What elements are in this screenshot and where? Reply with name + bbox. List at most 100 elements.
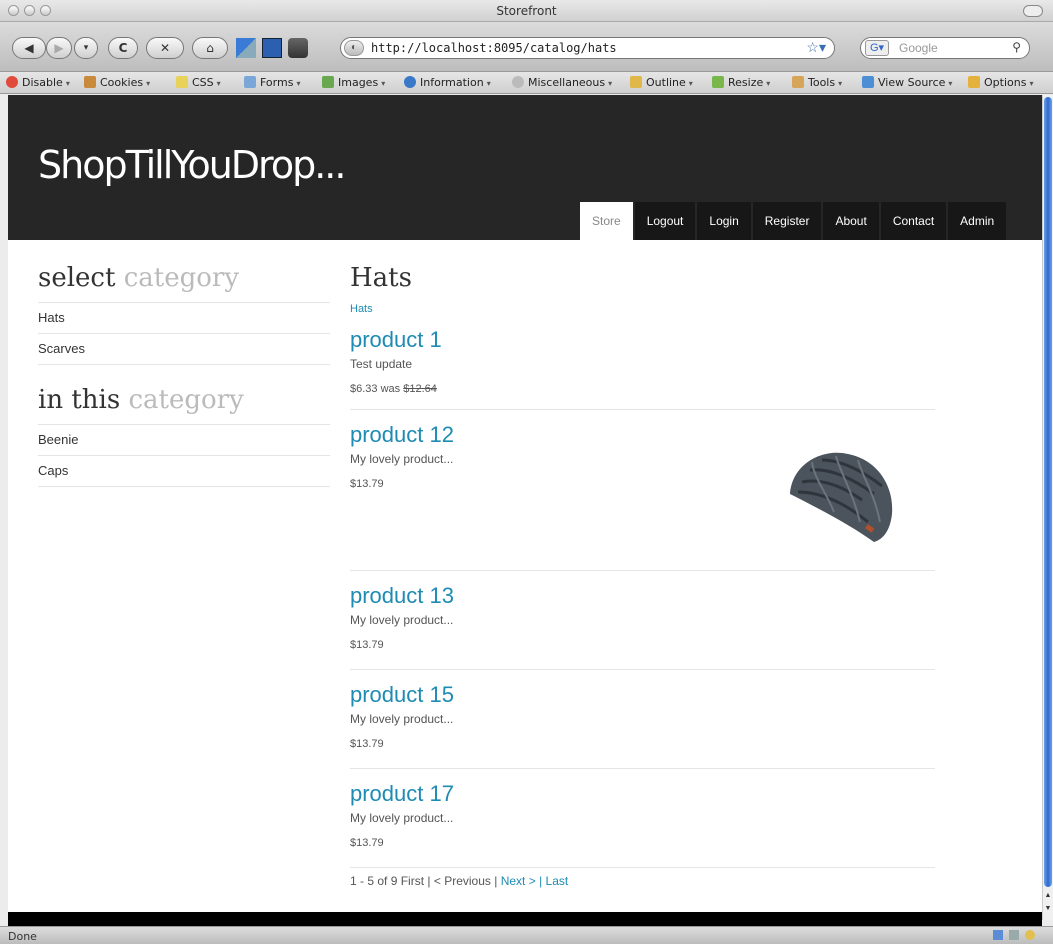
- site-identity-icon[interactable]: ◐: [344, 40, 364, 56]
- subcategory-link-caps[interactable]: Caps: [38, 456, 330, 487]
- images-icon: [322, 76, 334, 88]
- home-icon: ⌂: [206, 41, 214, 55]
- site-logo[interactable]: ShopTillYouDrop...: [38, 143, 346, 187]
- menu-contact[interactable]: Contact: [880, 202, 947, 240]
- title-bar: Storefront: [0, 0, 1053, 22]
- bookmark-tool-icon[interactable]: [236, 38, 256, 58]
- search-engine-icon[interactable]: G▾: [865, 40, 889, 56]
- reload-icon: C: [118, 41, 128, 55]
- status-addon-icon[interactable]: [1009, 930, 1019, 940]
- select-category-heading: select category: [38, 263, 330, 303]
- options-icon: [968, 76, 980, 88]
- stop-icon: ✕: [159, 41, 171, 55]
- pagination-last-link[interactable]: Last: [546, 874, 569, 888]
- product-description: My lovely product...: [350, 613, 454, 627]
- product-item: product 17 My lovely product... $13.79: [350, 781, 935, 868]
- scroll-up-arrow-icon[interactable]: ▲: [1044, 892, 1052, 899]
- product-link[interactable]: product 1: [350, 327, 935, 353]
- product-description: Test update: [350, 357, 413, 371]
- status-text: Done: [8, 930, 37, 943]
- pagination-next-link[interactable]: Next >: [501, 874, 536, 888]
- product-item: product 12 My lovely product... $13.79: [350, 422, 935, 571]
- product-description: My lovely product...: [350, 811, 454, 825]
- product-description: My lovely product...: [350, 712, 454, 726]
- home-button[interactable]: ⌂: [192, 37, 228, 59]
- menu-register[interactable]: Register: [752, 202, 822, 240]
- toolbar-disable[interactable]: Disable ▾: [6, 76, 70, 89]
- cookies-icon: [84, 76, 96, 88]
- css-icon: [176, 76, 188, 88]
- toolbar-information[interactable]: Information ▾: [404, 76, 491, 89]
- search-icon[interactable]: ⚲: [1012, 40, 1021, 54]
- page-footer-bar: [8, 912, 1042, 926]
- product-link[interactable]: product 15: [350, 682, 935, 708]
- breadcrumb[interactable]: Hats: [350, 303, 935, 327]
- in-this-category-heading: in this category: [38, 385, 330, 425]
- toolbar-resize[interactable]: Resize ▾: [712, 76, 770, 89]
- bookmark-star-icon[interactable]: ☆▾: [806, 39, 826, 56]
- page-viewport: ShopTillYouDrop... Store Logout Login Re…: [8, 95, 1042, 920]
- scrollbar-thumb[interactable]: [1044, 97, 1052, 887]
- toolbar-view-source[interactable]: View Source ▾: [862, 76, 952, 89]
- stop-button[interactable]: ✕: [146, 37, 184, 59]
- search-input[interactable]: Google: [899, 41, 938, 55]
- save-page-icon[interactable]: [262, 38, 282, 58]
- search-box[interactable]: G▾ Google ⚲: [860, 37, 1030, 59]
- tools-icon: [792, 76, 804, 88]
- chevron-down-icon: ▾: [83, 43, 89, 53]
- toolbar-forms[interactable]: Forms ▾: [244, 76, 300, 89]
- menu-logout[interactable]: Logout: [634, 202, 696, 240]
- pagination-first: First: [400, 874, 425, 888]
- pagination-summary: 1 - 5 of 9: [350, 874, 398, 888]
- menu-admin[interactable]: Admin: [948, 202, 1007, 240]
- category-link-hats[interactable]: Hats: [38, 303, 330, 334]
- menu-store[interactable]: Store: [580, 202, 633, 240]
- main-menu: Store Logout Login Register About Contac…: [578, 202, 1007, 240]
- product-price: $13.79: [350, 639, 384, 651]
- scroll-down-arrow-icon[interactable]: ▼: [1044, 905, 1052, 912]
- main-content: Hats Hats product 1 Test update $6.33 wa…: [350, 263, 935, 888]
- miscellaneous-icon: [512, 76, 524, 88]
- page-title: Hats: [350, 263, 412, 293]
- pagination: 1 - 5 of 9 First | < Previous | Next > |…: [350, 874, 569, 888]
- status-addon-icon[interactable]: [1025, 930, 1035, 940]
- menu-login[interactable]: Login: [697, 202, 751, 240]
- toolbar-cookies[interactable]: Cookies ▾: [84, 76, 150, 89]
- resize-icon: [712, 76, 724, 88]
- subcategory-link-beenie[interactable]: Beenie: [38, 425, 330, 456]
- vertical-scrollbar[interactable]: ▲ ▼: [1042, 95, 1053, 920]
- forms-icon: [244, 76, 256, 88]
- toolbox-icon[interactable]: [288, 38, 308, 58]
- back-arrow-icon: ◀: [24, 41, 34, 55]
- toolbar-miscellaneous[interactable]: Miscellaneous ▾: [512, 76, 612, 89]
- navigation-toolbar: ◀ ▶ ▾ C ✕ ⌂ ◐ http://localhost:8095/cata…: [0, 22, 1053, 72]
- browser-window: Storefront ◀ ▶ ▾ C ✕ ⌂ ◐ http://localhos…: [0, 0, 1053, 944]
- forward-arrow-icon: ▶: [54, 41, 64, 55]
- view-source-icon: [862, 76, 874, 88]
- sidebar: select category Hats Scarves in this cat…: [38, 263, 330, 487]
- product-link[interactable]: product 13: [350, 583, 935, 609]
- back-button[interactable]: ◀: [12, 37, 46, 59]
- category-link-scarves[interactable]: Scarves: [38, 334, 330, 365]
- toolbar-tools[interactable]: Tools ▾: [792, 76, 842, 89]
- product-price: $13.79: [350, 738, 384, 750]
- history-dropdown-button[interactable]: ▾: [74, 37, 98, 59]
- developer-toolbar: Disable ▾ Cookies ▾ CSS ▾ Forms ▾ Images ▾ In…: [0, 72, 1053, 94]
- product-item: product 13 My lovely product... $13.79: [350, 583, 935, 670]
- pagination-previous: < Previous: [433, 874, 491, 888]
- toolbar-options[interactable]: Options ▾: [968, 76, 1033, 89]
- forward-button[interactable]: ▶: [46, 37, 72, 59]
- toolbar-outline[interactable]: Outline ▾: [630, 76, 693, 89]
- toolbar-css[interactable]: CSS ▾: [176, 76, 221, 89]
- window-title: Storefront: [496, 4, 557, 18]
- reload-button[interactable]: C: [108, 37, 138, 59]
- disable-icon: [6, 76, 18, 88]
- menu-about[interactable]: About: [823, 202, 879, 240]
- url-input[interactable]: http://localhost:8095/catalog/hats: [371, 41, 617, 55]
- toolbar-toggle-button[interactable]: [1023, 5, 1043, 17]
- status-addon-icon[interactable]: [993, 930, 1003, 940]
- beanie-hat-image[interactable]: [782, 442, 902, 552]
- product-link[interactable]: product 17: [350, 781, 935, 807]
- url-bar[interactable]: ◐ http://localhost:8095/catalog/hats ☆▾: [340, 37, 835, 59]
- toolbar-images[interactable]: Images ▾: [322, 76, 385, 89]
